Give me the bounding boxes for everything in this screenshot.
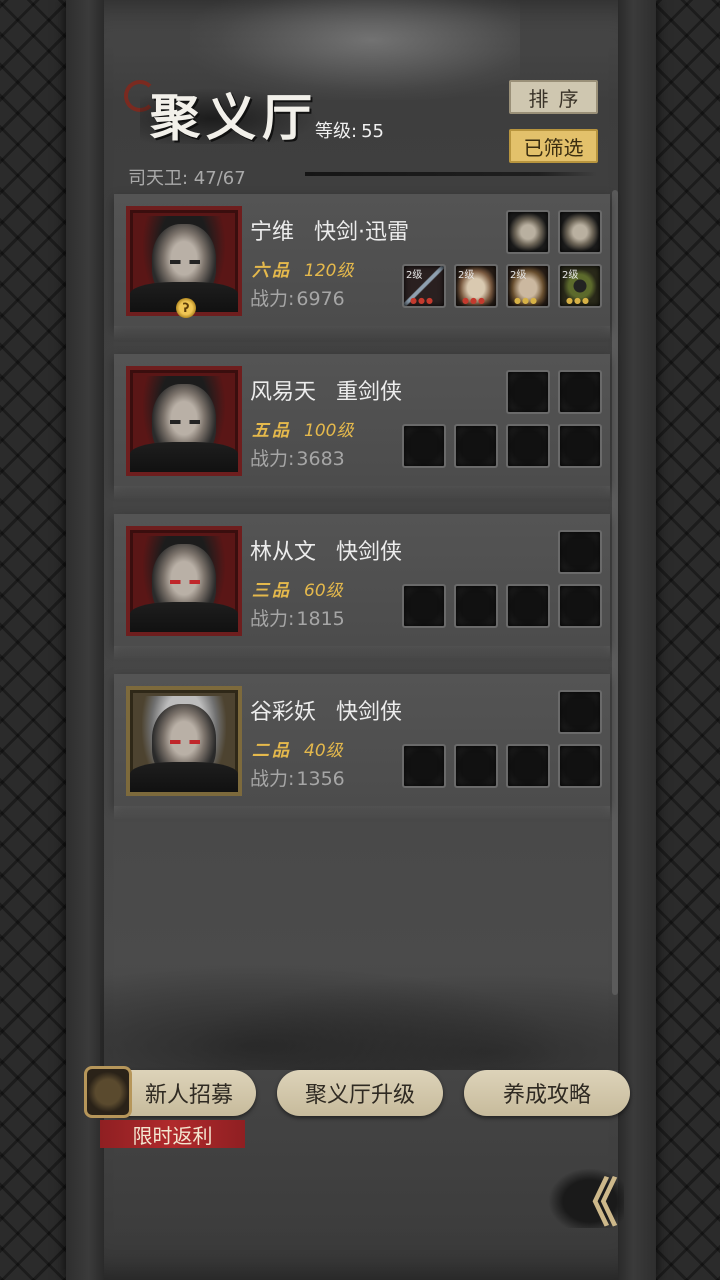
hall-level: 等级: 55: [315, 117, 384, 143]
empty-equip-slot[interactable]: [506, 370, 550, 414]
hero-name: 风易天: [250, 380, 317, 405]
hero-rank: 五品 100级: [252, 416, 353, 441]
hero-power-value: 3683: [296, 448, 345, 470]
recruit-token-icon[interactable]: [84, 1066, 132, 1118]
sword-equip-icon[interactable]: 2级 ●●●: [402, 264, 446, 308]
empty-equip-slot[interactable]: [402, 744, 446, 788]
hero-card[interactable]: ʔ 宁维 快剑·迅雷 六品 120级 战力: 6976 2级 ●●● 2级 ●●● 2…: [114, 194, 610, 340]
hero-power-value: 1356: [296, 768, 345, 790]
hero-grade: 二品: [252, 741, 292, 761]
empty-equip-slot[interactable]: [454, 424, 498, 468]
filter-button[interactable]: 已筛选: [509, 129, 598, 163]
ring-equip-icon[interactable]: 2级 ●●●: [558, 264, 602, 308]
hero-card[interactable]: 谷彩妖 快剑侠 二品 40级 战力: 1356: [114, 674, 610, 820]
hero-name: 林从文: [250, 540, 317, 565]
hero-class: 快剑侠: [336, 700, 403, 725]
hero-name-line: 谷彩妖 快剑侠: [250, 694, 402, 726]
empty-equip-slot[interactable]: [506, 424, 550, 468]
boots-equip-icon[interactable]: 2级 ●●●: [506, 264, 550, 308]
hero-class: 快剑·迅雷: [314, 220, 410, 245]
hero-grade: 五品: [252, 421, 292, 441]
hero-level: 100级: [304, 421, 354, 441]
hero-portrait: [126, 686, 242, 796]
portrait-shoulders: [130, 762, 238, 792]
portrait-eyes: [170, 580, 200, 584]
empty-equip-slot[interactable]: [402, 424, 446, 468]
portrait-eyes: [170, 420, 200, 424]
guide-button[interactable]: 养成攻略: [464, 1070, 630, 1116]
hero-level: 40级: [304, 741, 343, 761]
list-scrollbar[interactable]: [612, 190, 618, 995]
portrait-shoulders: [130, 602, 238, 632]
empty-equip-slot[interactable]: [558, 690, 602, 734]
hero-level: 60级: [304, 581, 343, 601]
equip-level: 2级: [510, 270, 527, 281]
mountain-artwork: [100, 950, 620, 1070]
hero-grade: 六品: [252, 261, 292, 281]
hero-name-line: 风易天 重剑侠: [250, 374, 402, 406]
back-arrow-icon: 《: [565, 1173, 618, 1234]
empty-equip-slot[interactable]: [454, 584, 498, 628]
hero-level: 120级: [304, 261, 354, 281]
equip-level: 2级: [458, 270, 475, 281]
hero-class: 重剑侠: [336, 380, 403, 405]
equip-star-pips: ●●●: [566, 296, 590, 305]
hero-portrait: [126, 526, 242, 636]
empty-equip-slot[interactable]: [558, 584, 602, 628]
guard-count: 司天卫: 47/67: [128, 168, 246, 189]
hall-level-label: 等级:: [315, 121, 358, 142]
bracer-slot-icon[interactable]: [558, 210, 602, 254]
hero-name-line: 宁维 快剑·迅雷: [250, 214, 409, 246]
empty-equip-slot[interactable]: [558, 424, 602, 468]
hero-power-label: 战力:: [250, 768, 295, 790]
sort-button[interactable]: 排序: [509, 80, 598, 114]
hero-power: 战力: 1356: [250, 764, 345, 791]
equip-star-pips: ●●●: [514, 296, 538, 305]
hero-power: 战力: 6976: [250, 284, 345, 311]
equip-level: 2级: [406, 270, 423, 281]
hero-rank: 二品 40级: [252, 736, 343, 761]
hero-power-value: 1815: [296, 608, 345, 630]
hero-rank: 三品 60级: [252, 576, 343, 601]
hero-power-value: 6976: [296, 288, 345, 310]
hero-power: 战力: 1815: [250, 604, 345, 631]
equip-star-pips: ●●●: [462, 296, 486, 305]
hall-level-value: 55: [361, 121, 384, 142]
back-button[interactable]: 《: [548, 1168, 624, 1234]
bracer-slot-icon[interactable]: [506, 210, 550, 254]
hero-card[interactable]: 风易天 重剑侠 五品 100级 战力: 3683: [114, 354, 610, 500]
equip-level: 2级: [562, 270, 579, 281]
header-divider: [305, 172, 597, 176]
empty-equip-slot[interactable]: [558, 744, 602, 788]
hero-grade: 三品: [252, 581, 292, 601]
hero-card[interactable]: 林从文 快剑侠 三品 60级 战力: 1815: [114, 514, 610, 660]
empty-equip-slot[interactable]: [454, 744, 498, 788]
hero-name: 谷彩妖: [250, 700, 317, 725]
hero-power-label: 战力:: [250, 448, 295, 470]
page-title: 聚义厅: [150, 88, 318, 147]
empty-equip-slot[interactable]: [506, 584, 550, 628]
hero-name: 宁维: [250, 220, 295, 245]
portrait-eyes: [170, 740, 200, 744]
armor-equip-icon[interactable]: 2级 ●●●: [454, 264, 498, 308]
limited-rebate-banner[interactable]: 限时返利: [100, 1120, 245, 1148]
empty-equip-slot[interactable]: [558, 370, 602, 414]
equip-star-pips: ●●●: [410, 296, 434, 305]
hero-class: 快剑侠: [336, 540, 403, 565]
awakening-badge-icon: ʔ: [176, 298, 196, 318]
hero-power-label: 战力:: [250, 288, 295, 310]
empty-equip-slot[interactable]: [402, 584, 446, 628]
hall-upgrade-button[interactable]: 聚义厅升级: [277, 1070, 443, 1116]
empty-equip-slot[interactable]: [506, 744, 550, 788]
hero-power-label: 战力:: [250, 608, 295, 630]
portrait-shoulders: [130, 442, 238, 472]
portrait-eyes: [170, 260, 200, 264]
hero-portrait: [126, 366, 242, 476]
hero-power: 战力: 3683: [250, 444, 345, 471]
hero-rank: 六品 120级: [252, 256, 353, 281]
hero-name-line: 林从文 快剑侠: [250, 534, 402, 566]
empty-equip-slot[interactable]: [558, 530, 602, 574]
